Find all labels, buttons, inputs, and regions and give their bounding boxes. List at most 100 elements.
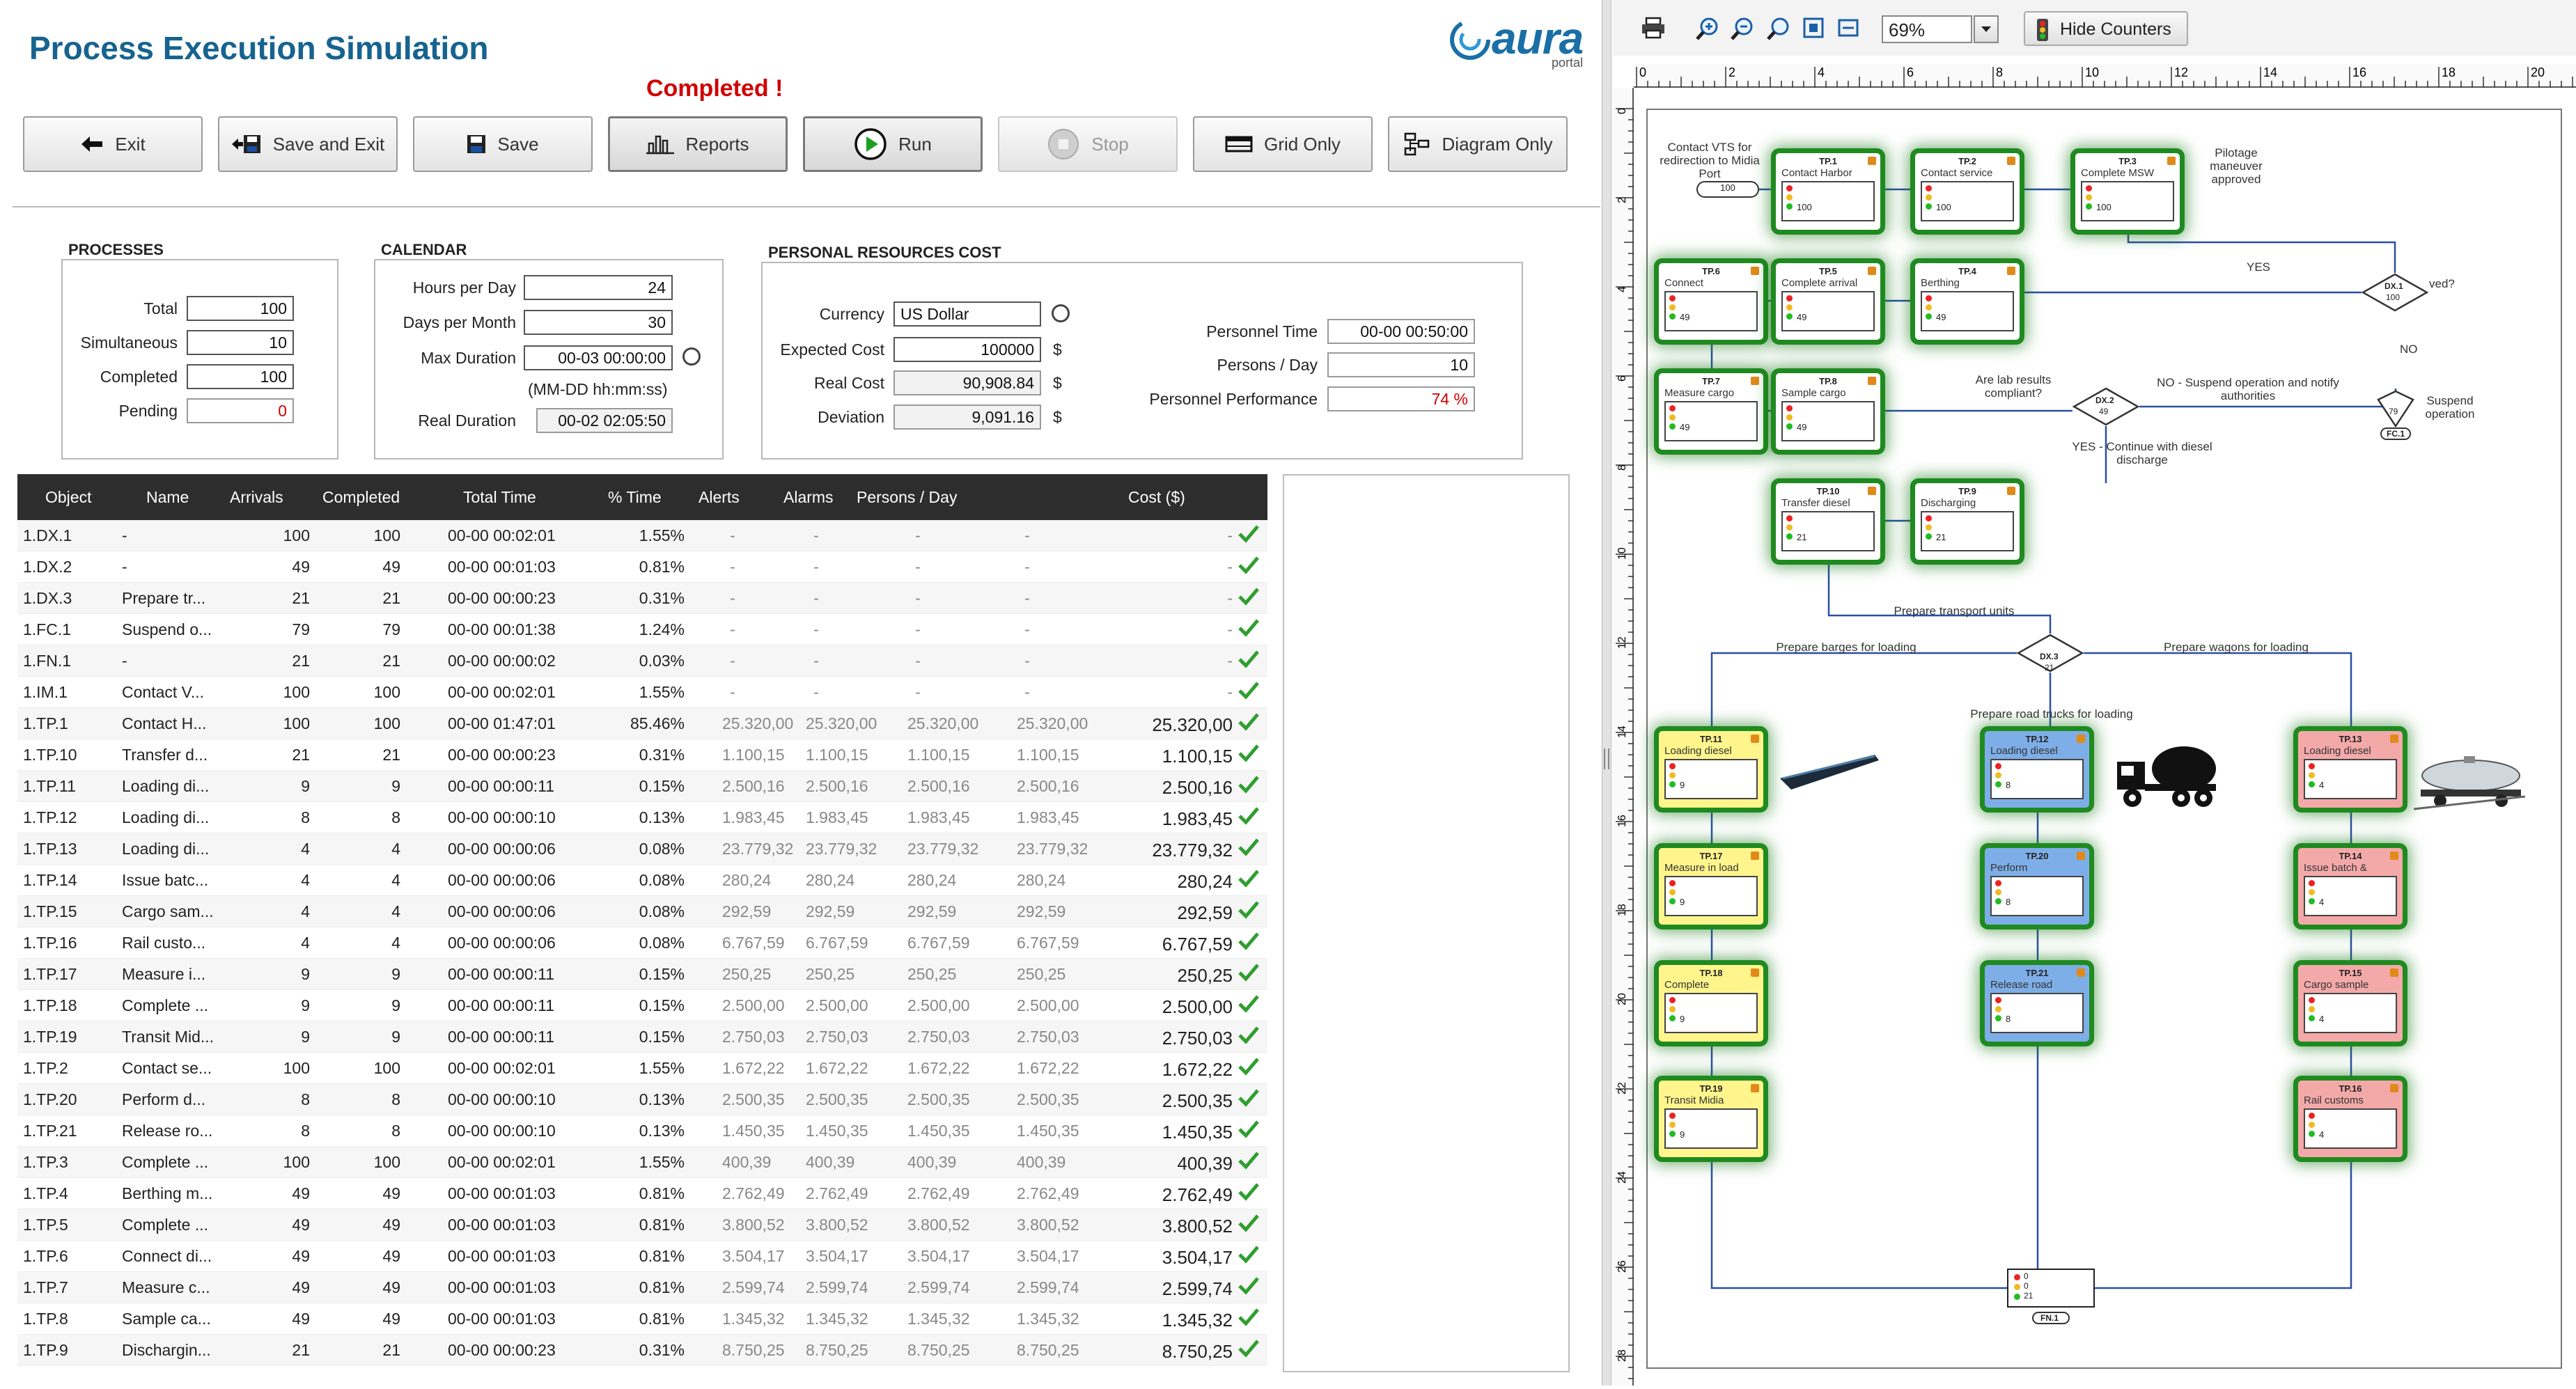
table-row[interactable]: 1.TP.15 Cargo sam... 4 4 00-00 00:00:06 0.08%… [17,896,1267,927]
zoom-level-field[interactable]: 69% [1882,15,1972,43]
zoom-out-icon[interactable] [1730,17,1755,42]
persons-per-day-field[interactable]: 10 [1327,352,1475,377]
max-duration-radio[interactable] [682,347,701,366]
table-row[interactable]: 1.TP.20 Perform d... 8 8 00-00 00:00:10 0.13%… [17,1084,1267,1115]
task-node-tp8[interactable]: TP.8 Sample cargo 49 [1776,373,1880,450]
task-node-tp14[interactable]: TP.14 Issue batch & 4 [2298,848,2403,925]
end-event-fn1[interactable]: 0 0 21 [2007,1269,2095,1308]
task-node-tp13[interactable]: TP.13 Loading diesel 4 [2298,731,2403,808]
table-row[interactable]: 1.TP.13 Loading di... 4 4 00-00 00:00:06 0.08… [17,833,1267,865]
reports-button[interactable]: Reports [608,116,788,172]
task-node-tp10[interactable]: TP.10 Transfer diesel 21 [1776,483,1880,560]
col-arrivals[interactable]: Arrivals [230,488,283,507]
task-node-tp3[interactable]: TP.3 Complete MSW 100 [2075,153,2180,230]
col-cost[interactable]: Cost ($) [1128,488,1185,507]
task-node-tp5[interactable]: TP.5 Complete arrival 49 [1776,263,1880,340]
col-alarms[interactable]: Alarms [783,488,834,507]
col-completed[interactable]: Completed [322,488,400,507]
col-object[interactable]: Object [45,488,91,507]
table-row[interactable]: 1.FC.1 Suspend o... 79 79 00-00 00:01:38 1.24… [17,614,1267,645]
stop-button[interactable]: Stop [998,116,1178,172]
table-row[interactable]: 1.TP.21 Release ro... 8 8 00-00 00:00:10 0.13… [17,1115,1267,1147]
task-node-tp15[interactable]: TP.15 Cargo sample 4 [2298,965,2403,1042]
table-row[interactable]: 1.TP.19 Transit Mid... 9 9 00-00 00:00:11 0.1… [17,1021,1267,1053]
pane-splitter[interactable] [1602,0,1611,1386]
fit-width-icon[interactable] [1837,17,1859,39]
table-row[interactable]: 1.TP.17 Measure i... 9 9 00-00 00:00:11 0.15%… [17,959,1267,990]
task-node-tp21[interactable]: TP.21 Release road 8 [1985,965,2089,1042]
exit-button[interactable]: Exit [23,116,203,172]
task-node-tp19[interactable]: TP.19 Transit Midia 9 [1659,1081,1763,1157]
max-duration-field[interactable]: 00-03 00:00:00 [524,345,673,370]
currency-radio[interactable] [1052,304,1070,322]
table-row[interactable]: 1.TP.3 Complete ... 100 100 00-00 00:02:01 1.… [17,1147,1267,1178]
currency-field[interactable]: US Dollar [893,301,1041,327]
col-percent-time[interactable]: % Time [608,488,662,507]
table-row[interactable]: 1.TP.4 Berthing m... 49 49 00-00 00:01:03 0.8… [17,1178,1267,1209]
table-row[interactable]: 1.DX.3 Prepare tr... 21 21 00-00 00:00:23 0.3… [17,583,1267,614]
total-field[interactable]: 100 [187,296,294,321]
fit-page-icon[interactable] [1802,17,1825,39]
splitter-grip-icon[interactable] [1604,748,1609,769]
hide-counters-button[interactable]: Hide Counters [2024,11,2188,46]
task-node-tp17[interactable]: TP.17 Measure in load 9 [1659,848,1763,925]
check-icon [1238,682,1259,700]
task-node-tp2[interactable]: TP.2 Contact service 100 [1915,153,2020,230]
personnel-time-field[interactable]: 00-00 00:50:00 [1327,319,1475,344]
task-node-tp12[interactable]: TP.12 Loading diesel 8 [1985,731,2089,808]
task-node-tp7[interactable]: TP.7 Measure cargo 49 [1659,373,1763,450]
col-name[interactable]: Name [146,488,189,507]
start-event[interactable]: 100 [1696,181,1759,198]
table-row[interactable]: 1.TP.9 Dischargin... 21 21 00-00 00:00:23 0.3… [17,1335,1267,1366]
table-row[interactable]: 1.DX.2 - 49 49 00-00 00:01:03 0.81% - - - - - [17,551,1267,583]
table-row[interactable]: 1.TP.10 Transfer d... 21 21 00-00 00:00:23 0.… [17,739,1267,771]
zoom-in-icon[interactable] [1695,17,1720,42]
table-row[interactable]: 1.TP.1 Contact H... 100 100 00-00 01:47:01 85… [17,708,1267,739]
expected-cost-field[interactable]: 100000 [893,337,1041,362]
zoom-dropdown-button[interactable] [1974,15,1999,43]
task-node-tp6[interactable]: TP.6 Connect 49 [1659,263,1763,340]
yellow-light-icon [1669,889,1676,895]
table-row[interactable]: 1.TP.5 Complete ... 49 49 00-00 00:01:03 0.81… [17,1209,1267,1241]
red-light-icon [2309,880,2315,886]
table-row[interactable]: 1.TP.6 Connect di... 49 49 00-00 00:01:03 0.8… [17,1241,1267,1272]
yellow-light-icon [1669,772,1676,778]
table-row[interactable]: 1.TP.7 Measure c... 49 49 00-00 00:01:03 0.81… [17,1272,1267,1303]
task-node-tp9[interactable]: TP.9 Discharging 21 [1915,483,2020,560]
days-per-month-field[interactable]: 30 [524,310,673,335]
run-label: Run [898,133,932,155]
col-total-time[interactable]: Total Time [463,488,536,507]
task-node-tp4[interactable]: TP.4 Berthing 49 [1915,263,2020,340]
save-button[interactable]: Save [413,116,593,172]
table-row[interactable]: 1.IM.1 Contact V... 100 100 00-00 00:02:01 1.… [17,677,1267,708]
table-row[interactable]: 1.TP.12 Loading di... 8 8 00-00 00:00:10 0.13… [17,802,1267,833]
grid-only-button[interactable]: Grid Only [1193,116,1373,172]
task-node-tp20[interactable]: TP.20 Perform 8 [1985,848,2089,925]
print-icon[interactable] [1641,17,1666,39]
hours-per-day-field[interactable]: 24 [524,275,673,300]
simultaneous-label: Simultaneous [80,333,178,352]
zoom-reset-icon[interactable] [1766,17,1791,42]
task-node-tp16[interactable]: TP.16 Rail customs 4 [2298,1081,2403,1157]
table-row[interactable]: 1.TP.18 Complete ... 9 9 00-00 00:00:11 0.15%… [17,990,1267,1021]
table-row[interactable]: 1.TP.8 Sample ca... 49 49 00-00 00:01:03 0.81… [17,1303,1267,1335]
task-node-tp1[interactable]: TP.1 Contact Harbor 100 [1776,153,1880,230]
task-node-tp18[interactable]: TP.18 Complete 9 [1659,965,1763,1042]
col-alerts[interactable]: Alerts [698,488,740,507]
table-row[interactable]: 1.TP.11 Loading di... 9 9 00-00 00:00:11 0.15… [17,771,1267,802]
table-row[interactable]: 1.TP.2 Contact se... 100 100 00-00 00:02:01 1… [17,1053,1267,1084]
table-row[interactable]: 1.DX.1 - 100 100 00-00 00:02:01 1.55% - - - - - [17,520,1267,551]
diagram-canvas[interactable]: Contact VTS for redirection to Midia Por… [1646,109,2562,1369]
run-button[interactable]: Run [803,116,983,172]
table-row[interactable]: 1.TP.16 Rail custo... 4 4 00-00 00:00:06 0.08… [17,927,1267,959]
diagram-only-button[interactable]: Diagram Only [1388,116,1568,172]
task-node-tp11[interactable]: TP.11 Loading diesel 9 [1659,731,1763,808]
barges-label: Prepare barges for loading [1776,641,1917,654]
col-persons-per-day[interactable]: Persons / Day [857,488,957,507]
save-and-exit-button[interactable]: Save and Exit [218,116,398,172]
cell-completed: 49 [382,1216,400,1234]
check-icon [1238,525,1259,543]
table-row[interactable]: 1.FN.1 - 21 21 00-00 00:00:02 0.03% - - - - - [17,645,1267,677]
simultaneous-field[interactable]: 10 [187,330,294,355]
table-row[interactable]: 1.TP.14 Issue batc... 4 4 00-00 00:00:06 0.08… [17,865,1267,896]
